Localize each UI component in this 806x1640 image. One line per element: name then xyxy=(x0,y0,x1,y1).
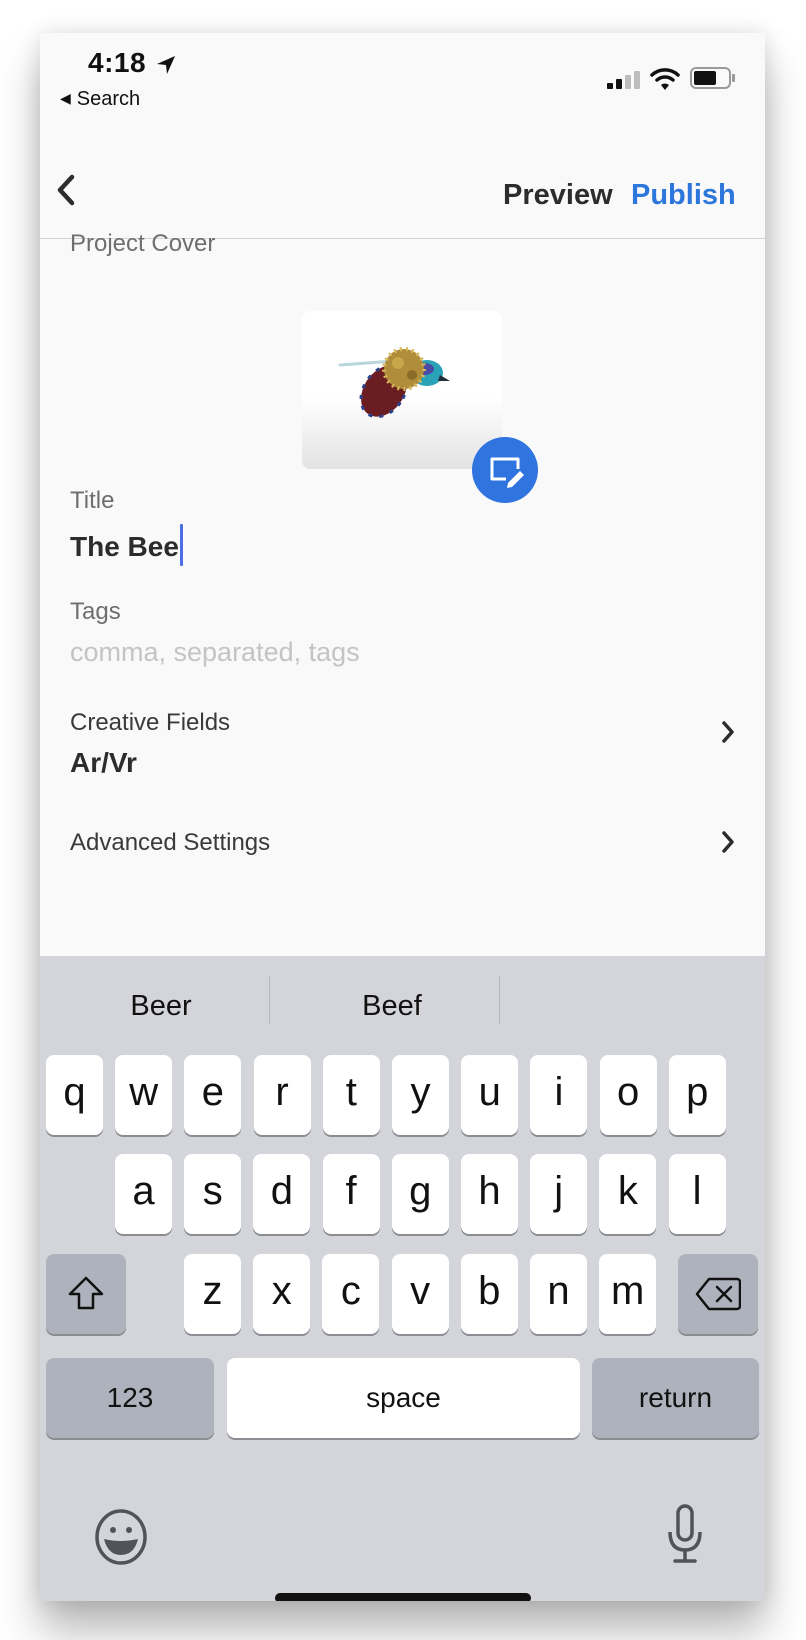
numbers-key[interactable]: 123 xyxy=(46,1358,214,1438)
creative-fields-value: Ar/Vr xyxy=(70,747,137,778)
tags-input[interactable]: comma, separated, tags xyxy=(70,637,360,668)
emoji-icon[interactable] xyxy=(94,1508,148,1566)
key-j[interactable]: j xyxy=(530,1154,588,1234)
creative-fields-label: Creative Fields xyxy=(70,709,231,736)
key-w[interactable]: w xyxy=(115,1055,173,1135)
project-cover-label: Project Cover xyxy=(70,230,216,257)
phone-screen: 4:18 ◀ Search Preview Publish Project Cov… xyxy=(40,33,765,1601)
cellular-signal-icon xyxy=(607,71,640,89)
navigation-bar: Preview Publish xyxy=(40,123,765,239)
chevron-right-icon xyxy=(722,721,734,743)
key-t[interactable]: t xyxy=(322,1055,380,1135)
location-arrow-icon xyxy=(157,56,175,74)
key-a[interactable]: a xyxy=(115,1154,172,1234)
key-q[interactable]: q xyxy=(46,1055,103,1135)
chevron-right-icon xyxy=(722,831,734,853)
back-app-label: Search xyxy=(76,88,141,110)
back-triangle-icon: ◀ xyxy=(60,90,71,106)
title-label: Title xyxy=(70,487,115,514)
space-key[interactable]: space xyxy=(227,1358,580,1438)
shift-icon xyxy=(68,1276,104,1310)
key-n[interactable]: n xyxy=(530,1254,587,1334)
keyboard: Beer Beef qwertyuiop asdfghjkl zxcvbnm 1… xyxy=(40,956,765,1601)
key-s[interactable]: s xyxy=(184,1154,242,1234)
key-k[interactable]: k xyxy=(599,1154,657,1234)
edit-cover-button[interactable] xyxy=(472,437,538,503)
back-to-app-link[interactable]: ◀ Search xyxy=(60,88,140,111)
key-v[interactable]: v xyxy=(391,1254,449,1334)
key-i[interactable]: i xyxy=(530,1055,588,1135)
preview-button[interactable]: Preview xyxy=(503,179,613,212)
key-h[interactable]: h xyxy=(461,1154,518,1234)
return-key[interactable]: return xyxy=(592,1358,759,1438)
suggestion-3[interactable] xyxy=(501,956,743,1056)
key-x[interactable]: x xyxy=(253,1254,311,1334)
key-p[interactable]: p xyxy=(668,1055,726,1135)
key-y[interactable]: y xyxy=(392,1055,449,1135)
suggestion-divider xyxy=(499,976,500,1024)
status-bar: 4:18 ◀ Search xyxy=(40,33,765,123)
key-g[interactable]: g xyxy=(391,1154,449,1234)
tags-label: Tags xyxy=(70,598,121,625)
suggestion-1[interactable]: Beer xyxy=(40,956,282,1056)
edit-cover-icon xyxy=(490,457,524,488)
microphone-icon[interactable] xyxy=(667,1504,703,1564)
status-time: 4:18 xyxy=(88,47,147,78)
key-u[interactable]: u xyxy=(461,1055,519,1135)
key-r[interactable]: r xyxy=(253,1055,311,1135)
shift-key[interactable] xyxy=(46,1254,126,1334)
delete-key[interactable] xyxy=(678,1254,758,1334)
advanced-settings-label: Advanced Settings xyxy=(70,829,271,856)
suggestion-divider xyxy=(269,976,270,1024)
key-e[interactable]: e xyxy=(184,1055,242,1135)
chevron-left-icon[interactable] xyxy=(52,173,82,207)
suggestion-2[interactable]: Beef xyxy=(271,956,513,1056)
key-b[interactable]: b xyxy=(460,1254,518,1334)
title-value: The Bee xyxy=(70,531,179,562)
key-o[interactable]: o xyxy=(599,1055,657,1135)
key-l[interactable]: l xyxy=(668,1154,726,1234)
home-indicator[interactable] xyxy=(275,1593,531,1601)
backspace-icon xyxy=(695,1277,742,1311)
key-c[interactable]: c xyxy=(322,1254,380,1334)
key-m[interactable]: m xyxy=(599,1254,657,1334)
battery-icon xyxy=(690,67,735,89)
publish-button[interactable]: Publish xyxy=(631,179,736,212)
wifi-icon xyxy=(650,68,680,90)
key-z[interactable]: z xyxy=(184,1254,241,1334)
text-cursor xyxy=(179,524,183,566)
key-f[interactable]: f xyxy=(322,1154,380,1234)
title-input[interactable]: The Bee xyxy=(70,524,183,566)
key-d[interactable]: d xyxy=(253,1154,311,1234)
